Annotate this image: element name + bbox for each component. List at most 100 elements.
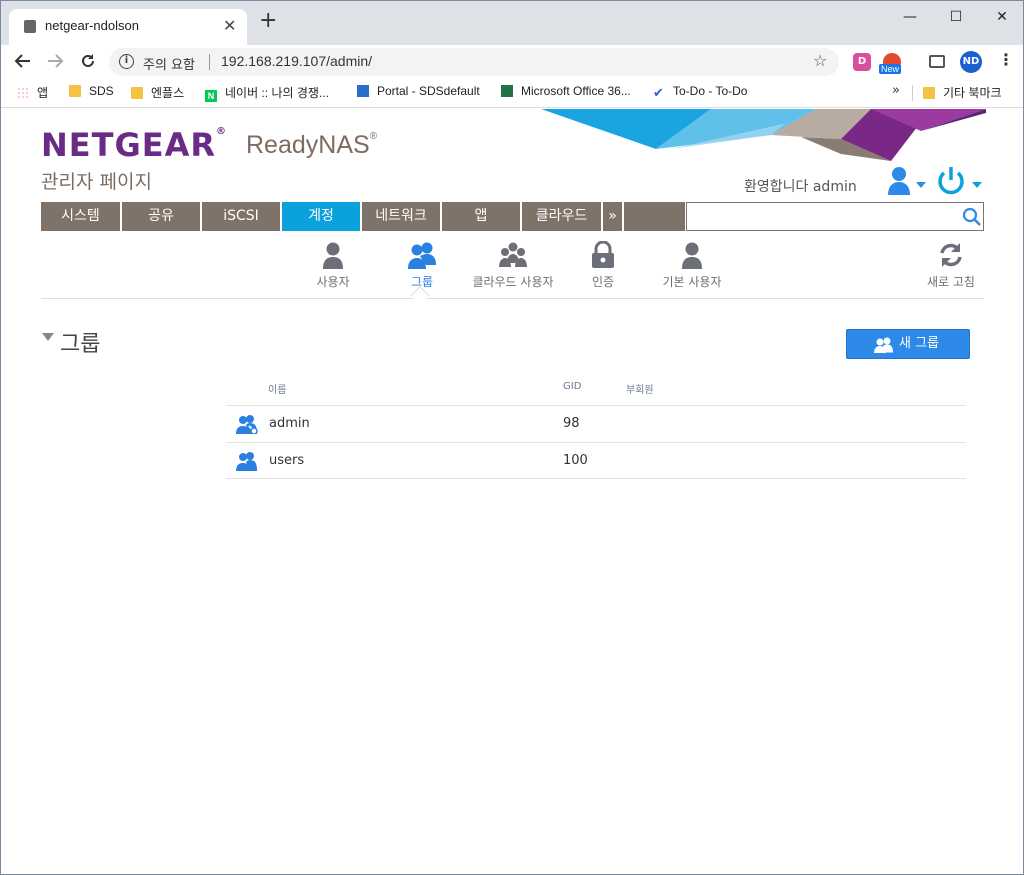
user-menu-icon[interactable] [887,165,929,197]
default-user-icon [682,242,702,269]
url-text[interactable]: 192.168.219.107/admin/ [221,53,372,69]
subnav-label: 인증 [591,275,615,289]
extension-d-icon[interactable]: D [853,53,871,71]
group-gid: 100 [563,453,588,468]
tab-strip: netgear-ndolson ✕ + — ☐ ✕ [1,1,1023,45]
nav-more-button[interactable]: » [603,202,622,231]
bookmark-enplus[interactable]: 엔플스 [131,84,184,101]
maximize-button[interactable]: ☐ [933,7,979,35]
table-row[interactable]: admin 98 [226,405,966,442]
tab-shares[interactable]: 공유 [122,202,200,231]
group-gid: 98 [563,416,580,431]
column-header-gid[interactable]: GID [563,381,581,392]
column-header-name[interactable]: 이름 [268,381,286,396]
tab-system[interactable]: 시스템 [41,202,120,231]
office-icon [501,85,513,97]
bookmark-label: SDS [89,84,114,98]
tab-close-icon[interactable]: ✕ [223,16,236,35]
bookmark-label: 엔플스 [151,86,185,100]
bookmark-label: 네이버 :: 나의 경쟁... [225,86,329,100]
back-arrow-icon[interactable] [13,53,31,69]
bookmark-sds[interactable]: SDS [69,84,114,98]
bookmark-label: 기타 북마크 [943,86,1002,100]
section-title: 그룹 [60,332,101,357]
sub-nav: 사용자 그룹 클라우드 사용자 인증 기본 사용자 새로 고침 [41,237,984,306]
new-badge: New [879,64,902,74]
product-name: ReadyNAS [246,131,370,159]
readynas-logo: ReadyNAS® [246,131,378,159]
menu-kebab-icon[interactable]: ⋮ [998,50,1014,69]
admin-group-icon [236,415,258,434]
minimize-button[interactable]: — [887,7,933,35]
lock-icon [592,241,614,268]
subnav-label: 기본 사용자 [662,275,722,289]
bookmarks-bar: 앱 SDS 엔플스 N 네이버 :: 나의 경쟁... Portal - SDSd… [1,78,1023,108]
search-icon[interactable] [962,207,982,227]
collapse-triangle-icon[interactable] [42,333,54,341]
browser-toolbar: i 주의 요함 192.168.219.107/admin/ ☆ D New N… [1,45,1023,78]
subnav-label: 클라우드 사용자 [472,275,554,289]
subnav-default-user[interactable]: 기본 사용자 [655,241,729,290]
portal-icon [357,85,369,97]
other-bookmarks[interactable]: 기타 북마크 [923,84,1002,101]
group-icon [408,242,436,269]
folder-icon [69,85,81,97]
bookmark-naver[interactable]: N 네이버 :: 나의 경쟁... [205,84,329,102]
user-icon [323,242,343,269]
cloud-users-icon [499,242,527,267]
bookmark-portal[interactable]: Portal - SDSdefault [357,84,480,98]
close-window-button[interactable]: ✕ [979,7,1024,35]
tab-title: netgear-ndolson [45,18,139,33]
tab-apps[interactable]: 앱 [442,202,520,231]
search-field[interactable] [686,202,984,231]
search-input[interactable] [691,206,951,227]
naver-icon: N [205,90,217,102]
profile-avatar[interactable]: ND [960,51,982,73]
table-row[interactable]: users 100 [226,442,966,479]
bookmark-star-icon[interactable]: ☆ [813,51,827,70]
address-bar[interactable]: i 주의 요함 192.168.219.107/admin/ ☆ [109,48,839,76]
refresh-icon [940,243,962,267]
tab-cloud[interactable]: 클라우드 [522,202,601,231]
browser-tab[interactable]: netgear-ndolson ✕ [9,9,247,45]
bookmark-label: Portal - SDSdefault [377,84,480,98]
page-favicon-icon [24,20,36,33]
subnav-label: 그룹 [410,275,434,289]
group-name: users [269,453,305,468]
forward-arrow-icon[interactable] [47,53,65,69]
bookmark-label: To-Do - To-Do [673,84,748,98]
subnav-cloud-users[interactable]: 클라우드 사용자 [467,241,559,290]
column-header-members[interactable]: 부회원 [626,381,654,396]
tab-iscsi[interactable]: iSCSI [202,202,280,231]
refresh-button[interactable]: 새로 고침 [923,241,979,290]
bookmarks-overflow-button[interactable]: » [892,83,900,98]
new-group-button[interactable]: 새 그룹 [846,329,970,359]
bookmark-todo[interactable]: ✔ To-Do - To-Do [653,84,747,99]
info-icon[interactable]: i [119,54,134,69]
cast-icon[interactable] [929,55,945,68]
subnav-users[interactable]: 사용자 [312,241,354,290]
reload-icon[interactable] [79,52,97,70]
new-tab-button[interactable]: + [259,10,277,32]
welcome-text: 환영합니다 admin [744,179,857,195]
nav-spacer [624,202,685,231]
divider [912,85,913,101]
button-label: 새 그룹 [899,336,940,351]
subnav-auth[interactable]: 인증 [582,241,624,290]
main-nav: 시스템 공유 iSCSI 계정 네트워크 앱 클라우드 » [41,202,984,231]
page-subtitle: 관리자 페이지 [41,171,152,193]
subnav-groups[interactable]: 그룹 [401,241,443,290]
folder-icon [131,87,143,99]
folder-icon [923,87,935,99]
security-label: 주의 요함 [143,58,195,73]
divider [209,54,210,70]
apps-icon [17,87,29,99]
power-menu-icon[interactable] [937,165,985,197]
tab-network[interactable]: 네트워크 [362,202,440,231]
bookmark-office[interactable]: Microsoft Office 36... [501,84,631,98]
refresh-label: 새로 고침 [927,275,975,289]
bookmark-apps[interactable]: 앱 [17,84,48,101]
tab-accounts[interactable]: 계정 [282,202,360,231]
header-banner-graphic [541,109,986,161]
brand-name: NETGEAR [41,126,216,164]
